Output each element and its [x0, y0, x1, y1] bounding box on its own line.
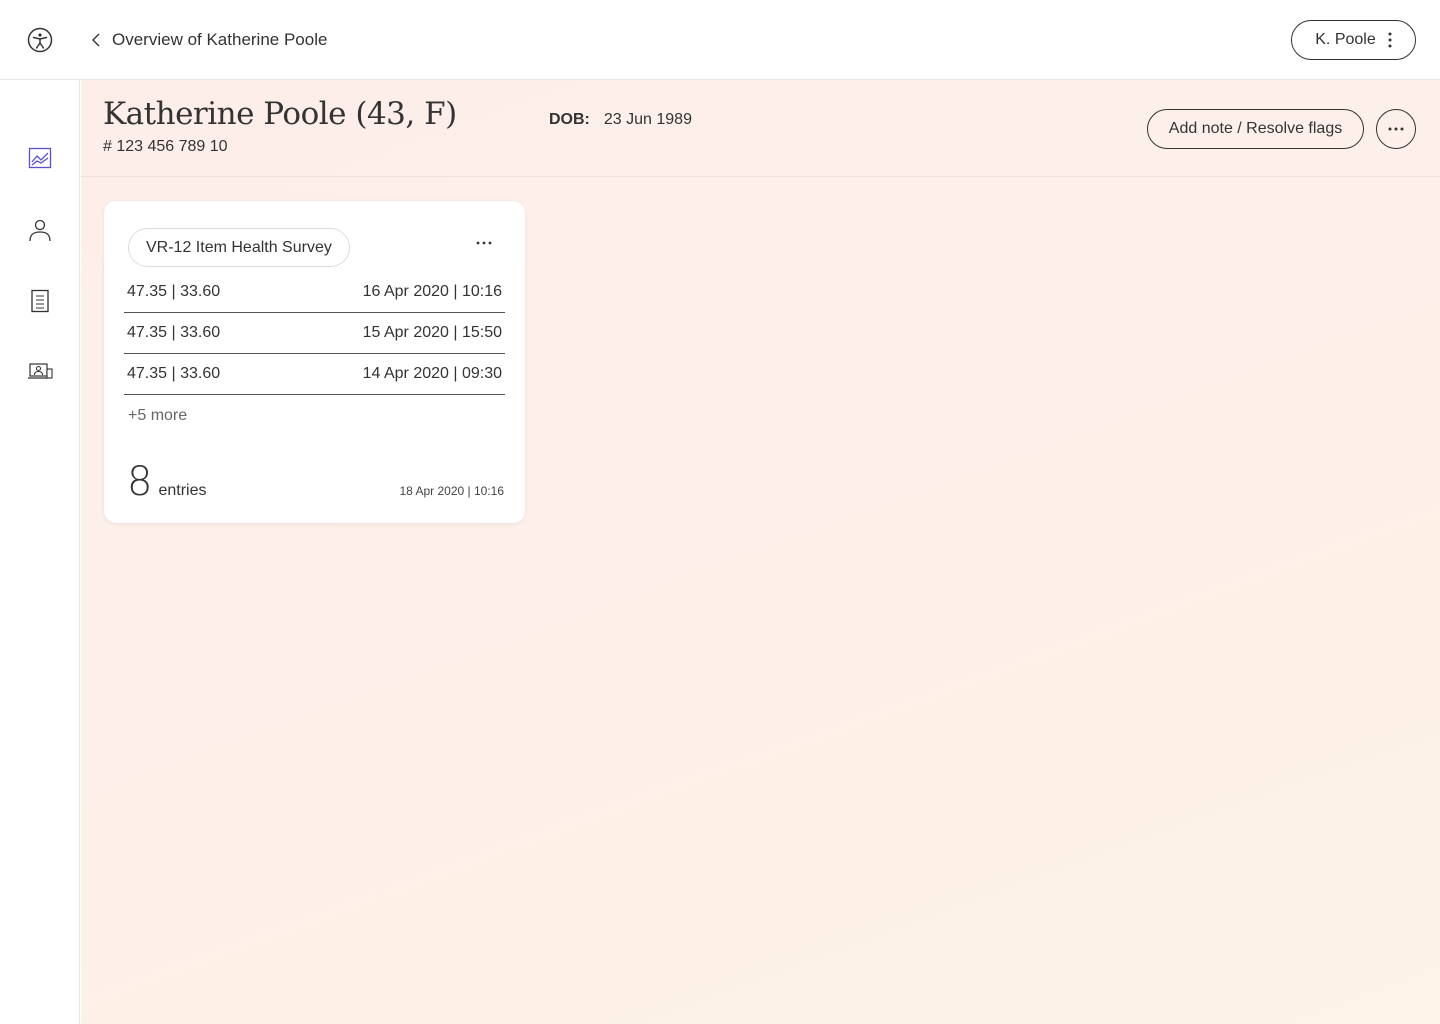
user-menu-button[interactable]: K. Poole: [1291, 20, 1416, 60]
sidebar-item-charts[interactable]: [26, 144, 54, 172]
list-item[interactable]: 47.35 | 33.60 14 Apr 2020 | 09:30: [124, 354, 505, 395]
sidebar-item-documents[interactable]: [26, 287, 54, 315]
add-note-button[interactable]: Add note / Resolve flags: [1147, 109, 1364, 149]
entry-date: 16 Apr 2020 | 10:16: [362, 283, 502, 300]
entries-list: 47.35 | 33.60 16 Apr 2020 | 10:16 47.35 …: [124, 272, 505, 395]
chart-icon: [28, 147, 52, 169]
back-link[interactable]: Overview of Katherine Poole: [88, 26, 327, 54]
sidebar-item-profile[interactable]: [26, 216, 54, 244]
ellipsis-icon: [476, 241, 492, 245]
ellipsis-icon: [1388, 127, 1404, 131]
entry-count-label: entries: [158, 482, 207, 499]
accessibility-logo-icon[interactable]: [27, 27, 53, 53]
card-more-button[interactable]: [470, 231, 498, 255]
more-actions-button[interactable]: [1376, 109, 1416, 149]
top-bar: Overview of Katherine Poole K. Poole: [0, 0, 1440, 80]
chevron-left-icon: [92, 33, 100, 47]
patient-header: Katherine Poole (43, F) # 123 456 789 10…: [81, 80, 1440, 177]
patient-name: Katherine Poole (43, F): [103, 96, 457, 132]
sidebar: [0, 80, 80, 1024]
entry-date: 15 Apr 2020 | 15:50: [362, 324, 502, 341]
entry-count-number: 8: [127, 459, 153, 505]
list-item[interactable]: 47.35 | 33.60 15 Apr 2020 | 15:50: [124, 313, 505, 354]
entry-count: 8 entries: [127, 459, 206, 505]
dob-label: DOB:: [549, 111, 590, 128]
person-icon: [29, 219, 51, 242]
patient-id: # 123 456 789 10: [103, 138, 228, 155]
back-link-label: Overview of Katherine Poole: [112, 30, 328, 49]
device-user-icon: [28, 363, 53, 379]
user-menu-label: K. Poole: [1315, 31, 1376, 48]
entry-date: 14 Apr 2020 | 09:30: [362, 365, 502, 382]
document-icon: [31, 289, 49, 313]
survey-card[interactable]: VR-12 Item Health Survey 47.35 | 33.60 1…: [104, 201, 525, 523]
dob: DOB: 23 Jun 1989: [549, 111, 692, 129]
survey-title-chip[interactable]: VR-12 Item Health Survey: [128, 228, 350, 267]
entry-value: 47.35 | 33.60: [127, 283, 221, 300]
list-item[interactable]: 47.35 | 33.60 16 Apr 2020 | 10:16: [124, 272, 505, 313]
kebab-vertical-icon: [1388, 32, 1392, 48]
entry-value: 47.35 | 33.60: [127, 365, 221, 382]
last-entry-date: 18 Apr 2020 | 10:16: [399, 484, 504, 498]
show-more-link[interactable]: +5 more: [128, 407, 187, 425]
main-content: Katherine Poole (43, F) # 123 456 789 10…: [81, 80, 1440, 1024]
sidebar-item-devices[interactable]: [26, 358, 54, 386]
entry-value: 47.35 | 33.60: [127, 324, 221, 341]
dob-value: 23 Jun 1989: [603, 111, 692, 128]
